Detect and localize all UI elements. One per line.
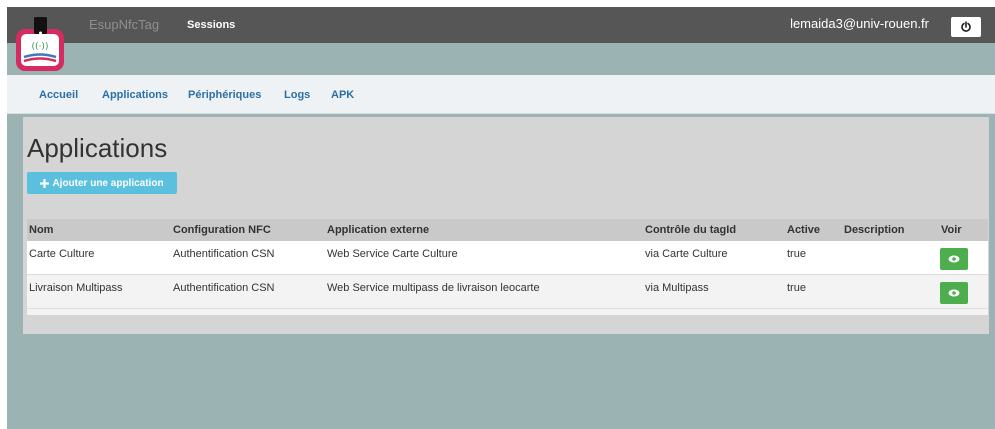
app-frame: EsupNfcTag Sessions lemaida3@univ-rouen.… — [7, 7, 995, 429]
applications-panel: Applications Ajouter une application Nom… — [23, 117, 989, 334]
svg-text:((·)): ((·)) — [32, 42, 49, 52]
add-application-label: Ajouter une application — [52, 177, 164, 189]
esupnfctag-logo[interactable]: ((·)) — [14, 15, 66, 73]
table-row: Carte Culture Authentification CSN Web S… — [27, 241, 988, 275]
nav-sessions[interactable]: Sessions — [187, 19, 235, 31]
eye-icon — [948, 289, 960, 297]
column-header-controle-tagid: Contrôle du tagId — [645, 224, 737, 236]
add-application-button[interactable]: Ajouter une application — [27, 172, 177, 194]
cell-controle-tagid: via Carte Culture — [645, 248, 728, 260]
nav-item-apk[interactable]: APK — [331, 89, 354, 101]
plus-icon — [40, 178, 50, 188]
cell-application-externe: Web Service Carte Culture — [327, 248, 458, 260]
view-button[interactable] — [940, 248, 968, 270]
cell-nom: Livraison Multipass — [29, 282, 123, 294]
cell-nom: Carte Culture — [29, 248, 95, 260]
cell-active: true — [787, 282, 806, 294]
page-title: Applications — [27, 133, 168, 163]
view-button[interactable] — [940, 282, 968, 304]
user-email: lemaida3@univ-rouen.fr — [790, 16, 929, 31]
sub-navbar: Accueil Applications Périphériques Logs … — [7, 75, 995, 114]
nav-item-peripheriques[interactable]: Périphériques — [188, 89, 261, 101]
column-header-active: Active — [787, 224, 821, 236]
cell-controle-tagid: via Multipass — [645, 282, 709, 294]
applications-table: Nom Configuration NFC Application extern… — [27, 219, 988, 315]
column-header-configuration-nfc: Configuration NFC — [173, 224, 271, 236]
logout-button[interactable] — [951, 17, 981, 37]
column-header-application-externe: Application externe — [327, 224, 430, 236]
table-header: Nom Configuration NFC Application extern… — [27, 219, 988, 241]
table-row: Livraison Multipass Authentification CSN… — [27, 275, 988, 309]
eye-icon — [948, 255, 960, 263]
cell-configuration-nfc: Authentification CSN — [173, 248, 275, 260]
nav-item-logs[interactable]: Logs — [284, 89, 310, 101]
column-header-voir: Voir — [941, 224, 962, 236]
nav-item-applications[interactable]: Applications — [102, 89, 168, 101]
column-header-description: Description — [844, 224, 905, 236]
nav-item-accueil[interactable]: Accueil — [39, 89, 78, 101]
cell-configuration-nfc: Authentification CSN — [173, 282, 275, 294]
power-icon — [961, 21, 971, 32]
column-header-nom: Nom — [29, 224, 54, 236]
table-footer-row — [27, 309, 988, 315]
cell-application-externe: Web Service multipass de livraison leoca… — [327, 282, 540, 294]
cell-active: true — [787, 248, 806, 260]
top-navbar: EsupNfcTag Sessions lemaida3@univ-rouen.… — [7, 7, 995, 43]
app-name[interactable]: EsupNfcTag — [89, 17, 159, 32]
